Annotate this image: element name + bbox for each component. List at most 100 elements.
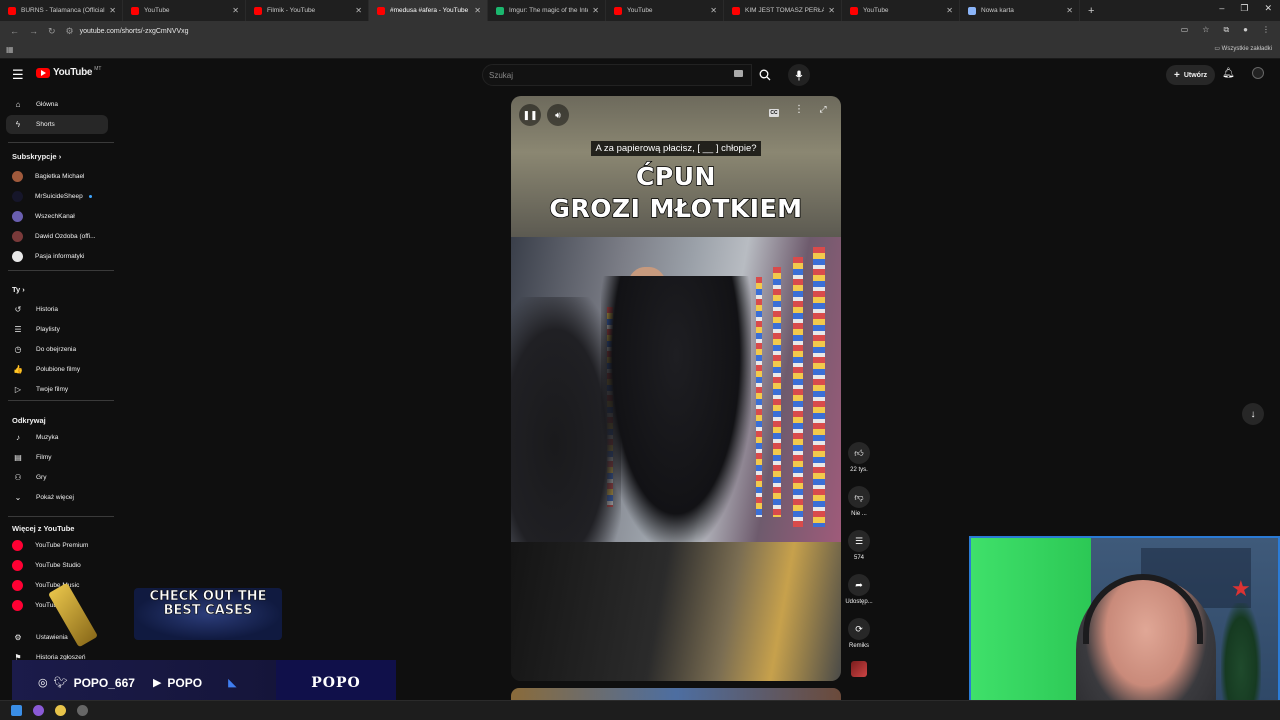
back-icon[interactable]: ← <box>10 26 19 36</box>
site-info-icon[interactable]: ⚙ <box>66 26 74 37</box>
browser-tab[interactable]: #medusa #afera - YouTube ✕ <box>369 0 488 21</box>
short-video-player[interactable]: ❚❚ 🔊︎ CC ⋮ ⤢ A za papierową płacisz, [ _… <box>511 96 841 681</box>
subscriptions-heading[interactable]: Subskrypcje › <box>12 152 61 161</box>
sidebar-item-you[interactable]: ◷ Do obejrzenia <box>6 340 108 359</box>
browser-tab[interactable]: Nowa karta ✕ <box>960 0 1080 21</box>
explore-heading-label: Odkrywaj <box>12 416 46 425</box>
sidebar-item-you[interactable]: 👍 Polubione filmy <box>6 360 108 379</box>
cast-icon[interactable]: ▭ <box>1181 25 1189 35</box>
tab-close-icon[interactable]: ✕ <box>474 6 481 15</box>
sidebar-item-you[interactable]: ▷ Twoje filmy <box>6 380 108 399</box>
app-icon[interactable] <box>33 705 44 716</box>
dislike-button[interactable]: 👎︎ Nie ... <box>846 486 872 517</box>
sidebar-item-0[interactable]: ⌂ Główna <box>6 95 108 114</box>
webcam-star-decoration: ★ <box>1231 576 1251 601</box>
sidebar-item-more[interactable]: YouTube Studio <box>6 556 108 575</box>
sidebar-subscription[interactable]: WszechKanał <box>6 207 108 226</box>
browser-tab[interactable]: Imgur: The magic of the Intern ✕ <box>488 0 606 21</box>
browser-tab[interactable]: YouTube ✕ <box>123 0 246 21</box>
browser-tab[interactable]: YouTube ✕ <box>606 0 724 21</box>
like-button[interactable]: 👍︎ 22 tys. <box>846 442 872 473</box>
tab-close-icon[interactable]: ✕ <box>710 6 717 15</box>
search-box <box>482 64 752 86</box>
sidebar-item-label: Shorts <box>36 121 55 128</box>
sidebar-item-explore[interactable]: ⌄ Pokaż więcej <box>6 488 108 507</box>
tab-favicon-icon <box>968 6 976 15</box>
hamburger-menu-icon[interactable]: ☰ <box>12 67 24 83</box>
store-shelf <box>756 277 762 517</box>
close-window-icon[interactable]: ✕ <box>1264 3 1272 14</box>
apps-grid-icon[interactable]: ▦ <box>6 45 14 54</box>
burned-caption-line1: ĆPUN <box>635 161 716 192</box>
more-options-icon[interactable]: ⋮ <box>791 104 807 115</box>
tab-close-icon[interactable]: ✕ <box>592 6 599 15</box>
sidebar-item-you[interactable]: ☰ Playlisty <box>6 320 108 339</box>
window-controls: – ❐ ✕ <box>1219 3 1272 14</box>
new-tab-icon[interactable]: + <box>1088 5 1094 17</box>
fullscreen-icon[interactable]: ⤢ <box>815 104 831 115</box>
browser-tab[interactable]: KIM JEST TOMASZ PERŁA? Hist ✕ <box>724 0 842 21</box>
sidebar-subscription[interactable]: Bagietka Michael <box>6 167 108 186</box>
all-bookmarks-button[interactable]: ▭ Wszystkie zakładki <box>1214 45 1272 52</box>
next-short-arrow-icon[interactable]: ↓ <box>1242 403 1264 425</box>
sidebar-item-explore[interactable]: ♪ Muzyka <box>6 428 108 447</box>
create-button[interactable]: + Utwórz <box>1166 65 1216 85</box>
profile-icon[interactable]: ● <box>1243 25 1248 35</box>
tab-title: BURNS - Talamanca (Official Vi <box>21 7 106 14</box>
youtube-logo[interactable]: YouTube MT <box>36 66 101 78</box>
tab-close-icon[interactable]: ✕ <box>1066 6 1073 15</box>
tab-close-icon[interactable]: ✕ <box>232 6 239 15</box>
notifications-bell-icon[interactable]: 🔔︎ <box>1222 68 1235 79</box>
url-field[interactable]: youtube.com/shorts/-zxgCmNVVxg <box>80 28 189 35</box>
start-icon[interactable] <box>11 705 22 716</box>
remix-button[interactable]: ⟳ Remiks <box>846 618 872 649</box>
tab-close-icon[interactable]: ✕ <box>109 6 116 15</box>
tab-close-icon[interactable]: ✕ <box>828 6 835 15</box>
home-icon: ⌂ <box>15 100 21 109</box>
sidebar-item-more[interactable]: YouTube Premium <box>6 536 108 555</box>
search-input[interactable] <box>489 71 719 80</box>
pause-button[interactable]: ❚❚ <box>519 104 541 126</box>
search-button[interactable] <box>752 64 778 86</box>
share-button[interactable]: ➦ Udostęp... <box>845 574 873 605</box>
forward-icon[interactable]: → <box>29 26 38 36</box>
sidebar-item-1[interactable]: ϟ Shorts <box>6 115 108 134</box>
promo-text: CHECK OUT THE BEST CASES <box>149 589 267 618</box>
extensions-icon[interactable]: ⧉ <box>1223 25 1229 35</box>
voice-search-button[interactable] <box>788 64 810 86</box>
sidebar-subscription[interactable]: Dawid Ozdoba (offi... <box>6 227 108 246</box>
chrome-icon[interactable] <box>55 705 66 716</box>
sidebar-subscription[interactable]: Pasja informatyki <box>6 247 108 266</box>
browser-menu-icon[interactable]: ⋮ <box>1262 25 1270 35</box>
you-heading[interactable]: Ty › <box>12 285 25 294</box>
comments-button[interactable]: ☰ 574 <box>846 530 872 561</box>
instagram-icon: ◎ <box>38 677 48 689</box>
minimize-icon[interactable]: – <box>1219 3 1224 14</box>
tab-close-icon[interactable]: ✕ <box>946 6 953 15</box>
reload-icon[interactable]: ↻ <box>48 26 56 37</box>
keyboard-icon[interactable] <box>734 70 743 77</box>
sidebar-item-explore[interactable]: ⚇ Gry <box>6 468 108 487</box>
captions-button[interactable]: CC <box>763 104 785 122</box>
sidebar-subscription[interactable]: MrSuicideSheep <box>6 187 108 206</box>
sidebar-item-you[interactable]: ↺ Historia <box>6 300 108 319</box>
youtube-app-icon <box>12 580 23 591</box>
app-icon[interactable] <box>77 705 88 716</box>
browser-tab[interactable]: BURNS - Talamanca (Official Vi ✕ <box>0 0 123 21</box>
sidebar-item-explore[interactable]: ▤ Filmy <box>6 448 108 467</box>
browser-tab[interactable]: YouTube ✕ <box>842 0 960 21</box>
channel-avatar[interactable] <box>851 661 867 677</box>
gaming-icon: ⚇ <box>14 473 22 482</box>
tab-close-icon[interactable]: ✕ <box>355 6 362 15</box>
thumbs-up-icon: 👍︎ <box>848 442 870 464</box>
bookmark-star-icon[interactable]: ☆ <box>1202 25 1209 35</box>
restore-icon[interactable]: ❐ <box>1240 3 1248 14</box>
channel-avatar-icon <box>12 211 23 222</box>
tab-title: #medusa #afera - YouTube <box>390 7 469 14</box>
volume-button[interactable]: 🔊︎ <box>547 104 569 126</box>
tab-favicon-icon <box>254 6 262 15</box>
browser-tab[interactable]: Filmik - YouTube ✕ <box>246 0 369 21</box>
thumbs-down-icon: 👎︎ <box>848 486 870 508</box>
burned-caption-line2: GROZI MŁOTKIEM <box>549 193 803 224</box>
account-avatar[interactable] <box>1252 67 1264 79</box>
